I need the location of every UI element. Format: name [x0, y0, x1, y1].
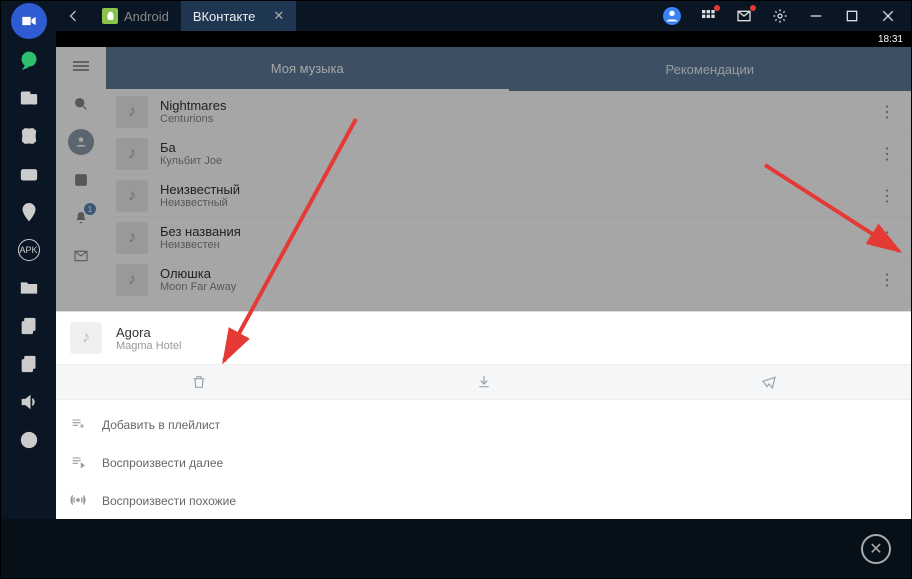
emulator-sidebar: APK — [1, 1, 56, 521]
playlist-add-icon — [70, 416, 88, 435]
tab-label: ВКонтакте — [193, 9, 256, 24]
music-note-icon: ♪ — [116, 264, 148, 296]
apps-grid-icon[interactable] — [699, 7, 717, 25]
item-label: Добавить в плейлист — [102, 418, 220, 432]
track-row[interactable]: ♪ НеизвестныйНеизвестный ⋮ — [106, 175, 911, 217]
status-time: 18:31 — [878, 34, 903, 45]
vk-tabs: Моя музыка Рекомендации — [106, 47, 911, 91]
radio-icon — [70, 492, 88, 511]
notifications-button[interactable]: 1 — [56, 199, 106, 237]
play-next-icon — [70, 454, 88, 473]
notification-badge — [750, 5, 756, 11]
track-row[interactable]: ♪ ОлюшкаMoon Far Away ⋮ — [106, 259, 911, 301]
track-row[interactable]: ♪ NightmaresCenturions ⋮ — [106, 91, 911, 133]
mail-icon[interactable] — [735, 7, 753, 25]
vk-sidebar: 1 — [56, 47, 106, 311]
tab-android[interactable]: Android — [90, 1, 181, 31]
track-title: Неизвестный — [160, 182, 873, 197]
track-artist: Неизвестен — [160, 239, 873, 251]
android-icon — [102, 8, 118, 24]
track-artist: Кульбит Joe — [160, 155, 873, 167]
music-note-icon: ♪ — [116, 138, 148, 170]
cards-icon[interactable] — [1, 117, 56, 155]
maximize-button[interactable] — [843, 7, 861, 25]
track-more-button[interactable]: ⋮ — [873, 144, 901, 164]
sheet-track-artist: Magma Hotel — [116, 340, 181, 352]
play-similar-item[interactable]: Воспроизвести похожие — [56, 482, 911, 520]
tab-label: Android — [124, 9, 169, 24]
music-note-icon: ♪ — [116, 222, 148, 254]
play-next-item[interactable]: Воспроизвести далее — [56, 444, 911, 482]
news-button[interactable] — [56, 161, 106, 199]
volume-icon[interactable] — [1, 383, 56, 421]
music-note-icon: ♪ — [116, 180, 148, 212]
item-label: Воспроизвести далее — [102, 456, 223, 470]
track-more-button[interactable]: ⋮ — [873, 228, 901, 248]
messages-button[interactable] — [56, 237, 106, 275]
copy-icon[interactable] — [1, 307, 56, 345]
add-to-playlist-item[interactable]: Добавить в плейлист — [56, 406, 911, 444]
apk-icon[interactable]: APK — [18, 239, 40, 261]
track-title: Ба — [160, 140, 873, 155]
track-more-button[interactable]: ⋮ — [873, 270, 901, 290]
profile-button[interactable] — [56, 123, 106, 161]
tab-vkontakte[interactable]: ВКонтакте ✕ — [181, 1, 296, 31]
account-icon[interactable] — [663, 7, 681, 25]
item-label: Воспроизвести похожие — [102, 494, 236, 508]
download-button[interactable] — [341, 365, 626, 399]
track-row[interactable]: ♪ БаКульбит Joe ⋮ — [106, 133, 911, 175]
notification-badge — [714, 5, 720, 11]
menu-button[interactable] — [56, 47, 106, 85]
chat-app-icon[interactable] — [1, 41, 56, 79]
emulator-bottom-bar: ✕ — [1, 519, 911, 578]
broadcast-button[interactable] — [626, 365, 911, 399]
notif-count-badge: 1 — [84, 203, 96, 215]
track-artist: Moon Far Away — [160, 281, 873, 293]
track-more-button[interactable]: ⋮ — [873, 102, 901, 122]
folder-icon[interactable] — [1, 269, 56, 307]
back-button[interactable] — [56, 1, 90, 31]
track-artist: Centurions — [160, 113, 873, 125]
tab-recommendations[interactable]: Рекомендации — [509, 47, 912, 91]
help-icon[interactable] — [1, 421, 56, 459]
close-overlay-button[interactable]: ✕ — [861, 534, 891, 564]
track-actions-sheet: ♪ Agora Magma Hotel Добавить в плейли — [56, 311, 911, 519]
close-tab-button[interactable]: ✕ — [273, 8, 284, 24]
camera-app-icon[interactable] — [11, 3, 47, 39]
tab-my-music[interactable]: Моя музыка — [106, 47, 509, 91]
paste-icon[interactable] — [1, 345, 56, 383]
track-artist: Неизвестный — [160, 197, 873, 209]
close-window-button[interactable] — [879, 7, 897, 25]
delete-button[interactable] — [56, 365, 341, 399]
track-list: ♪ NightmaresCenturions ⋮ ♪ БаКульбит Joe… — [106, 91, 911, 301]
track-row[interactable]: ♪ Без названияНеизвестен ⋮ — [106, 217, 911, 259]
android-status-bar: 18:31 — [56, 31, 911, 47]
track-title: Без названия — [160, 224, 873, 239]
emulator-titlebar: Android ВКонтакте ✕ — [1, 1, 911, 31]
track-title: Nightmares — [160, 98, 873, 113]
sheet-header: ♪ Agora Magma Hotel — [56, 312, 911, 364]
sheet-track-title: Agora — [116, 325, 181, 340]
devices-icon[interactable] — [1, 79, 56, 117]
search-button[interactable] — [56, 85, 106, 123]
track-title: Олюшка — [160, 266, 873, 281]
settings-icon[interactable] — [771, 7, 789, 25]
track-more-button[interactable]: ⋮ — [873, 186, 901, 206]
music-note-icon: ♪ — [116, 96, 148, 128]
location-icon[interactable] — [1, 193, 56, 231]
music-note-icon: ♪ — [70, 322, 102, 354]
camera-tool-icon[interactable] — [1, 155, 56, 193]
minimize-button[interactable] — [807, 7, 825, 25]
